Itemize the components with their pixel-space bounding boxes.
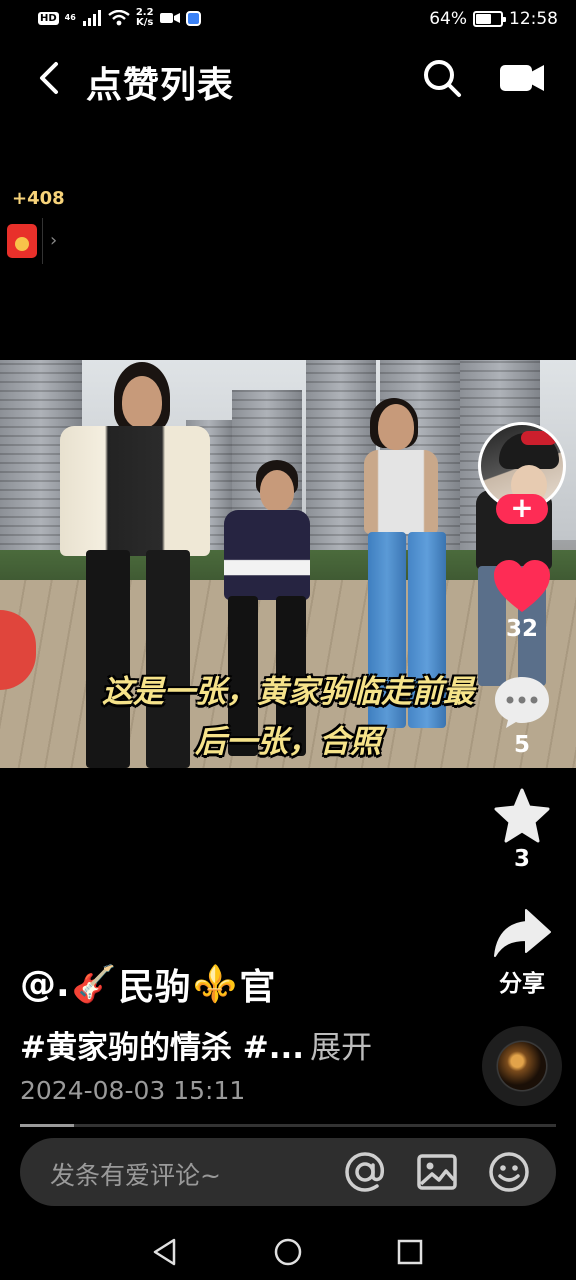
system-nav-bar [0,1222,576,1280]
heart-icon [494,560,550,612]
app-notification-icon [185,10,201,26]
speed-unit: K/s [135,17,154,28]
emoji-icon[interactable] [488,1151,530,1193]
network-label: 46 [64,13,76,22]
author-prefix: @. [20,963,70,1005]
follow-button[interactable]: + [496,494,548,524]
video-camera-icon[interactable] [498,60,546,96]
network-type: 46 [65,14,76,22]
video-description[interactable]: #黄家驹的情杀 #... 展开 [20,1022,372,1067]
page-title: 点赞列表 [86,65,235,106]
wifi-icon [108,10,130,26]
battery-icon [473,11,506,27]
video-recording-icon [159,13,180,23]
chevron-left-icon[interactable] [30,58,70,98]
red-packet-seal [15,237,29,251]
comment-button[interactable]: 5 [488,674,556,758]
favorite-count: 3 [513,846,530,872]
status-bar: HD 46 2.2 K/s 64% 12:58 [0,0,576,40]
video-progress-fill [20,1124,74,1127]
status-time: 12:58 [509,9,558,29]
guitar-icon: 🎸 [71,964,117,1005]
at-icon[interactable] [344,1151,386,1193]
fleur-de-lis-icon: ⚜️ [192,964,238,1005]
image-icon[interactable] [416,1151,458,1193]
search-icon[interactable] [420,56,464,100]
music-cover [498,1042,546,1090]
hd-badge: HD [38,11,59,25]
red-packet-icon[interactable] [7,224,37,258]
square-recent-icon[interactable] [390,1232,430,1272]
favorite-button[interactable]: 3 [488,788,556,872]
like-count: 32 [505,616,538,642]
battery-level [476,14,491,24]
avatar-cap [521,431,557,445]
share-label: 分享 [499,971,545,997]
music-disc[interactable] [482,1026,562,1106]
author-suffix: 官 [239,967,276,1008]
author-name-text: 民驹 [118,967,191,1008]
comment-input[interactable]: 发条有爱评论~ [50,1156,221,1192]
star-icon [494,788,550,843]
comment-count: 5 [513,732,530,758]
chevron-right-icon[interactable]: › [50,230,57,251]
network-speed: 2.2 K/s [136,8,154,28]
expand-button[interactable]: 展开 [310,1030,372,1066]
comment-bar: 发条有爱评论~ [20,1138,556,1206]
author-name[interactable]: @. 🎸 民驹 ⚜️ 官 [20,958,275,1010]
video-progress-bar[interactable] [20,1124,556,1127]
share-button[interactable]: 分享 [488,906,556,998]
hashtag-text: #黄家驹的情杀 #... [20,1030,305,1066]
share-arrow-icon [494,909,551,957]
divider [42,218,43,264]
triangle-back-icon[interactable] [146,1232,186,1272]
comment-icon [495,677,549,728]
battery-percent: 64% [429,9,467,29]
like-button[interactable]: 32 [488,558,556,642]
header: 点赞列表 [0,50,576,110]
post-timestamp: 2024-08-03 15:11 [20,1076,246,1105]
circle-home-icon[interactable] [268,1232,308,1272]
signal-icon [82,10,101,26]
reward-count: +408 [12,188,65,209]
